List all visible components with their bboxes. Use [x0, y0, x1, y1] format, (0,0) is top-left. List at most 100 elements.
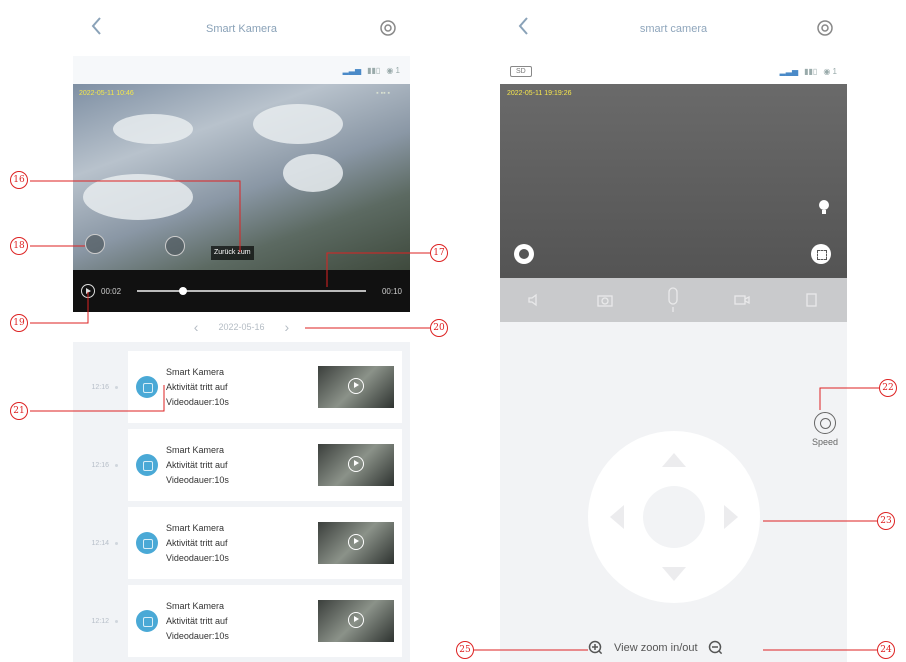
page-title: Smart Kamera [206, 23, 277, 35]
arrow-down-icon[interactable] [662, 567, 686, 581]
event-card[interactable]: Smart Kamera Aktivität tritt auf Videodaue… [128, 351, 402, 423]
record-icon[interactable] [733, 291, 751, 309]
event-time: 12:12 [91, 617, 109, 625]
event-duration: Videodauer:10s [166, 552, 229, 563]
playback-video[interactable]: 2022-05-11 10:46 ▪ ▪▪ ▪ Zurück zum [73, 84, 410, 270]
gear-icon[interactable] [815, 18, 835, 38]
event-duration: Videodauer:10s [166, 630, 229, 641]
dpad-center [643, 486, 705, 548]
control-toolbar [500, 278, 847, 322]
header: smart camera [500, 0, 847, 58]
zoom-label: View zoom in/out [614, 642, 698, 654]
time-total: 00:10 [381, 286, 402, 296]
camera-snapshot-icon[interactable] [596, 291, 614, 309]
playback-screen: Smart Kamera ▂▃▅ ▮▮▯ ◉ 1 2022-05-11 10:4… [73, 0, 410, 662]
fullscreen-icon[interactable] [811, 244, 831, 264]
callout-17: 17 [430, 244, 448, 262]
event-source: Smart Kamera [166, 600, 225, 611]
mute-icon[interactable] [526, 291, 544, 309]
eye-icon: ◉ 1 [823, 66, 837, 76]
event-item[interactable]: 12:16 Smart Kamera Aktivität tritt auf Vid… [81, 426, 402, 504]
zoom-in-icon[interactable] [588, 640, 604, 656]
callout-20: 20 [430, 319, 448, 337]
sd-card-button[interactable]: SD [510, 65, 532, 77]
seek-bar: 00:02 00:10 [73, 270, 410, 312]
video-watermark: ▪ ▪▪ ▪ [376, 90, 390, 97]
event-time: 12:16 [91, 461, 109, 469]
event-card[interactable]: Smart Kamera Aktivität tritt auf Videodaue… [128, 585, 402, 657]
header: Smart Kamera [73, 0, 410, 58]
back-icon[interactable] [87, 14, 107, 38]
files-icon[interactable] [803, 291, 821, 309]
signal-icon: ▂▃▅ [779, 66, 799, 76]
manual-illustration: Smart Kamera ▂▃▅ ▮▮▯ ◉ 1 2022-05-11 10:4… [0, 0, 906, 662]
arrow-up-icon[interactable] [662, 453, 686, 467]
snapshot-icon[interactable] [165, 236, 185, 256]
signal-icon: ▂▃▅ [342, 65, 362, 75]
arrow-right-icon[interactable] [724, 505, 738, 529]
camera-badge-icon [136, 376, 158, 398]
speed-label: Speed [811, 437, 839, 447]
camera-badge-icon [136, 454, 158, 476]
date-navigator: ‹ 2022-05-16 › [73, 314, 410, 340]
callout-21: 21 [10, 402, 28, 420]
event-item[interactable]: 12:12 Smart Kamera Aktivität tritt auf Vid… [81, 582, 402, 660]
callout-18: 18 [10, 237, 28, 255]
zoom-bar: View zoom in/out [588, 640, 724, 656]
page-title: smart camera [639, 23, 708, 35]
event-desc: Aktivität tritt auf [166, 459, 228, 470]
speed-icon [814, 412, 836, 434]
return-to-live-button[interactable]: Zurück zum [211, 246, 254, 260]
battery-icon: ▮▮▯ [367, 65, 381, 75]
speed-button[interactable]: Speed [802, 412, 848, 447]
chevron-left-icon[interactable]: ‹ [194, 319, 199, 335]
progress-track[interactable] [137, 287, 366, 295]
event-thumbnail[interactable] [318, 522, 394, 564]
live-video[interactable]: 2022-05-11 19:19:26 [500, 84, 847, 278]
event-item[interactable]: 12:16 Smart Kamera Aktivität tritt auf Vid… [81, 348, 402, 426]
eye-icon: ◉ 1 [386, 65, 400, 75]
camera-badge-icon [136, 610, 158, 632]
event-time: 12:14 [91, 539, 109, 547]
gear-icon[interactable] [378, 18, 398, 38]
event-duration: Videodauer:10s [166, 396, 229, 407]
live-timestamp: 2022-05-11 19:19:26 [507, 90, 572, 97]
arrow-left-icon[interactable] [610, 505, 624, 529]
chevron-right-icon[interactable]: › [285, 319, 290, 335]
current-date: 2022-05-16 [218, 322, 265, 332]
camera-badge-icon [136, 532, 158, 554]
time-current: 00:02 [101, 286, 122, 296]
video-timestamp: 2022-05-11 10:46 [79, 90, 134, 97]
event-list: 12:16 Smart Kamera Aktivität tritt auf Vid… [73, 342, 410, 662]
callout-16: 16 [10, 171, 28, 189]
callout-22: 22 [879, 379, 897, 397]
event-card[interactable]: Smart Kamera Aktivität tritt auf Videodaue… [128, 507, 402, 579]
callout-25: 25 [456, 641, 474, 659]
microphone-icon[interactable] [666, 287, 680, 313]
event-card[interactable]: Smart Kamera Aktivität tritt auf Videodaue… [128, 429, 402, 501]
light-bulb-icon[interactable] [817, 199, 831, 217]
status-bar: SD ▂▃▅ ▮▮▯ ◉ 1 [500, 58, 847, 84]
progress-knob[interactable] [179, 287, 188, 295]
event-thumbnail[interactable] [318, 600, 394, 642]
ptz-toggle-icon[interactable] [514, 244, 534, 264]
callout-23: 23 [877, 512, 895, 530]
event-desc: Aktivität tritt auf [166, 537, 228, 548]
event-desc: Aktivität tritt auf [166, 615, 228, 626]
direction-pad[interactable] [588, 431, 760, 603]
callout-24: 24 [877, 641, 895, 659]
event-time: 12:16 [91, 383, 109, 391]
callout-19: 19 [10, 314, 28, 332]
event-thumbnail[interactable] [318, 366, 394, 408]
battery-icon: ▮▮▯ [804, 66, 818, 76]
status-bar: ▂▃▅ ▮▮▯ ◉ 1 [73, 56, 410, 84]
event-thumbnail[interactable] [318, 444, 394, 486]
event-source: Smart Kamera [166, 444, 225, 455]
event-duration: Videodauer:10s [166, 474, 229, 485]
event-source: Smart Kamera [166, 366, 225, 377]
cloud-save-icon[interactable] [85, 234, 105, 254]
play-icon[interactable] [81, 284, 95, 298]
zoom-out-icon[interactable] [708, 640, 724, 656]
event-item[interactable]: 12:14 Smart Kamera Aktivität tritt auf Vid… [81, 504, 402, 582]
back-icon[interactable] [514, 14, 534, 38]
